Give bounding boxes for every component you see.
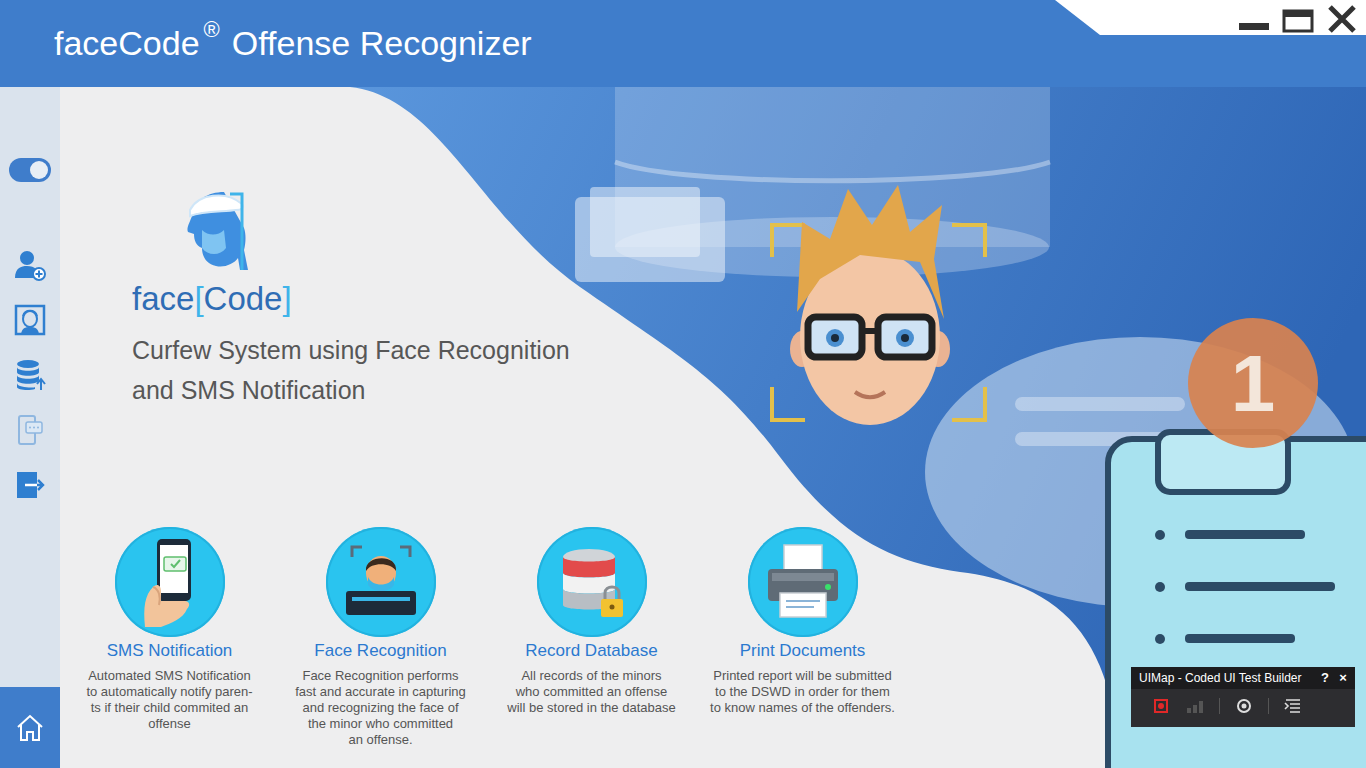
exit-icon [13,468,47,502]
home-icon [15,713,45,743]
feature-description: Printed report will be submittedto the D… [710,668,895,716]
sidebar-item[interactable] [13,248,47,282]
sidebar-item[interactable] [13,358,47,392]
feature-title: SMS Notification [107,641,233,661]
window-controls-background [1055,0,1366,35]
generate-code-icon [1284,698,1302,714]
steps-icon [1186,698,1204,714]
test-builder-title-bar: UIMap - Coded UI Test Builder?× [1131,667,1355,689]
sidebar-item[interactable] [13,468,47,502]
main-panel: 1 face[Code] Curfew System using Face Reco… [60,87,1366,768]
trademark: ® [204,17,220,42]
close-button[interactable] [1326,2,1358,34]
toolbar-separator [1219,698,1220,714]
feature-badge [115,527,225,637]
crosshair-button[interactable] [1234,697,1254,715]
window-controls [1055,0,1366,35]
test-builder-window: UIMap - Coded UI Test Builder?× [1131,667,1355,727]
test-builder-close-button[interactable]: × [1337,670,1349,686]
description-line: to the DSWD in order for them [710,684,895,700]
description-line: Printed report will be submitted [710,668,895,684]
test-builder-title: UIMap - Coded UI Test Builder [1139,670,1302,686]
description-line: who committed an offense [507,684,675,700]
feature-card: Face Recognition Face Recognition perform… [278,527,483,748]
feature-title: Print Documents [740,641,866,661]
description-line: offense [86,716,252,732]
feature-card: Print Documents Printed report will be su… [700,527,905,748]
description-line: will be stored in the database [507,700,675,716]
phone-hand-icon [115,527,225,637]
feature-card: Record Database All records of the minors… [489,527,694,748]
description-line: Face Recognition performs [295,668,466,684]
face-scanner-icon [326,527,436,637]
feature-description: Automated SMS Notificationto automatical… [86,668,252,732]
hero: face[Code] Curfew System using Face Recog… [60,87,1366,410]
app-body: 1 face[Code] Curfew System using Face Reco… [0,87,1366,768]
description-line: to automatically notify paren- [86,684,252,700]
description-line: to know names of the offenders. [710,700,895,716]
feature-badge [748,527,858,637]
home-button[interactable] [0,687,60,768]
printer-icon [748,527,858,637]
feature-title: Record Database [525,641,657,661]
face-scan-icon [13,303,47,337]
generate-code-button[interactable] [1283,697,1303,715]
face-code-logo: face[Code] [132,280,292,318]
test-builder-actions: ?× [1319,670,1349,686]
app-title: faceCode®Offense Recognizer [54,23,532,64]
crosshair-icon [1236,698,1252,714]
description-line: fast and accurate in capturing [295,684,466,700]
tagline: Curfew System using Face Recognitionand … [132,330,570,410]
description-line: an offense. [295,732,466,748]
feature-badge [537,527,647,637]
tagline-line: and SMS Notification [132,370,570,410]
sidebar [0,87,60,768]
description-line: All records of the minors [507,668,675,684]
feature-description: Face Recognition performsfast and accura… [295,668,466,748]
logo-part: Code [204,280,283,317]
badge-count: 1 [1231,339,1276,428]
title-bar: faceCode®Offense Recognizer [0,0,1366,87]
sidebar-item[interactable] [13,413,47,447]
record-button[interactable] [1151,697,1171,715]
maximize-button[interactable] [1282,2,1314,34]
maximize-icon [1282,2,1314,34]
toggle-knob [30,161,48,179]
database-lock-icon [537,527,647,637]
toolbar-separator [1268,698,1269,714]
face-logo-icon [184,190,250,272]
description-line: ts if their child commited an [86,700,252,716]
sidebar-items [13,248,47,502]
test-builder-toolbar [1131,689,1355,723]
description-line: the minor who committed [295,716,466,732]
window-buttons [1055,0,1366,35]
logo-part: ] [282,280,291,317]
logo-part: face [132,280,194,317]
description-line: Automated SMS Notification [86,668,252,684]
feature-description: All records of the minorswho committed a… [507,668,675,716]
sidebar-toggle[interactable] [9,158,51,182]
database-icon [13,358,47,392]
steps-button[interactable] [1185,697,1205,715]
hero-illustration: 1 [60,87,1366,768]
feature-card: SMS Notification Automated SMS Notificati… [67,527,272,748]
minimize-icon [1238,2,1270,34]
record-icon [1153,698,1169,714]
description-line: and recognizing the face of [295,700,466,716]
close-icon [1326,2,1358,34]
feature-title: Face Recognition [314,641,446,661]
app-window: faceCode®Offense Recognizer1face[Code]Cu… [0,0,1366,768]
feature-badge [326,527,436,637]
logo-part: [ [194,280,203,317]
sms-phone-icon [13,413,47,447]
minimize-button[interactable] [1238,2,1270,34]
app-title-rest: Offense Recognizer [232,24,532,62]
add-user-icon [13,248,47,282]
help-button[interactable]: ? [1319,670,1331,686]
tagline-line: Curfew System using Face Recognition [132,330,570,370]
sidebar-item[interactable] [13,303,47,337]
